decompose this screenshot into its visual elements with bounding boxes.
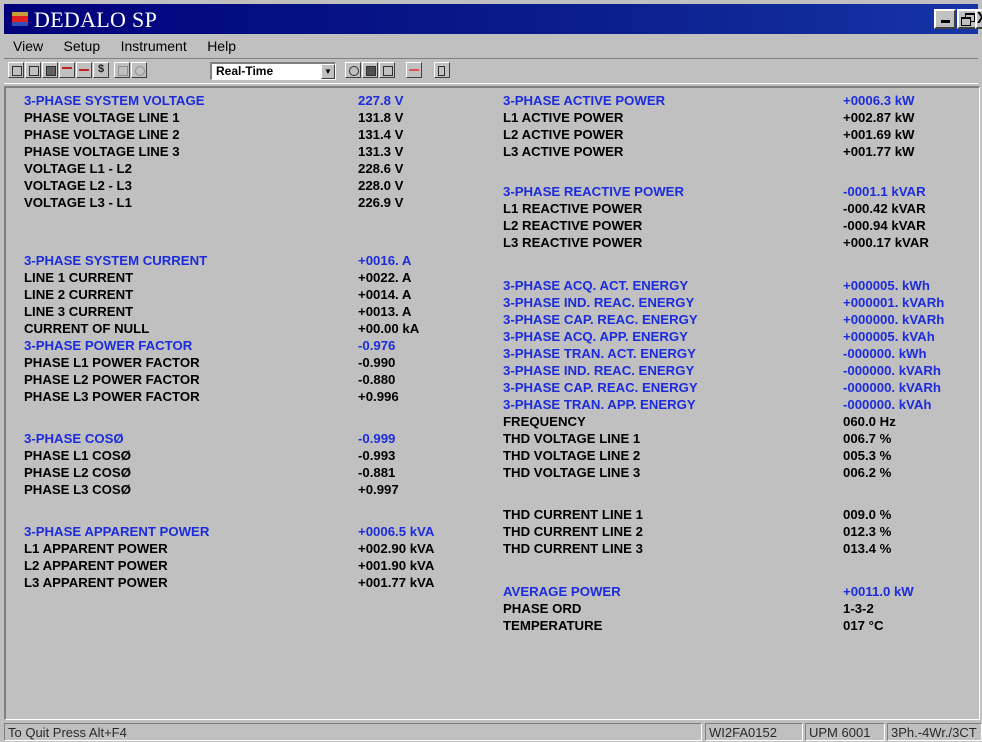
chart-icon[interactable] — [59, 62, 75, 78]
minimize-icon — [940, 20, 950, 23]
status-serial: WI2FA0152 — [705, 723, 803, 741]
chevron-down-icon[interactable]: ▼ — [321, 64, 335, 79]
exit-icon[interactable] — [434, 62, 450, 78]
window-title: DEDALO SP — [34, 7, 158, 32]
open-icon[interactable] — [25, 62, 41, 78]
restore-button[interactable] — [957, 9, 977, 29]
save-icon[interactable] — [42, 62, 58, 78]
stop-icon[interactable] — [362, 62, 378, 78]
close-button[interactable]: X — [975, 9, 982, 29]
menu-view[interactable]: View — [13, 36, 43, 56]
menu-instrument[interactable]: Instrument — [121, 36, 187, 56]
app-flag-icon[interactable] — [12, 12, 28, 26]
title-bar[interactable]: DEDALO SP X — [4, 4, 982, 34]
menu-help[interactable]: Help — [207, 36, 236, 56]
measurement-panel: 3-PHASE SYSTEM VOLTAGE 227.8 V PHASE VOLT… — [4, 86, 980, 720]
menu-bar: View Setup Instrument Help — [4, 36, 978, 56]
pause-icon[interactable] — [379, 62, 395, 78]
status-model: UPM 6001 — [805, 723, 885, 741]
mode-select-value: Real-Time — [216, 64, 274, 78]
minimize-button[interactable] — [934, 9, 956, 29]
delete-icon[interactable] — [406, 62, 422, 78]
status-message: To Quit Press Alt+F4 — [4, 723, 702, 741]
record-icon[interactable] — [345, 62, 361, 78]
status-wiring-mode: 3Ph.-4Wr./3CT — [887, 723, 982, 741]
toolbar: $ Real-Time ▼ — [4, 58, 978, 84]
status-bar: To Quit Press Alt+F4 WI2FA0152 UPM 6001 … — [4, 722, 982, 742]
app-window: DEDALO SP X View Setup Instrument Help $… — [0, 0, 982, 742]
menu-setup[interactable]: Setup — [64, 36, 101, 56]
mode-select[interactable]: Real-Time ▼ — [210, 62, 336, 80]
new-icon[interactable] — [8, 62, 24, 78]
cost-icon[interactable]: $ — [93, 62, 109, 78]
bar-icon[interactable] — [76, 62, 92, 78]
print-icon[interactable] — [114, 62, 130, 78]
zoom-icon[interactable] — [131, 62, 147, 78]
